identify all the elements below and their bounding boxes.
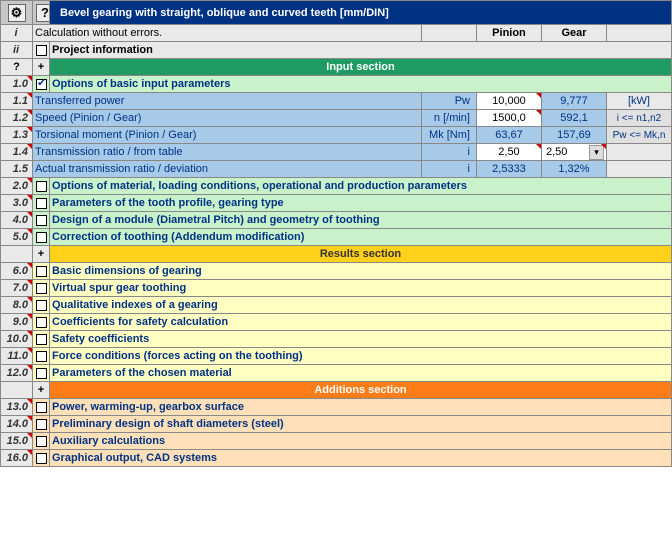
- row-num: 15.0: [1, 433, 33, 450]
- row-num: 1.5: [1, 161, 33, 178]
- r1-1-gear-value: 9,777: [541, 93, 606, 110]
- row-num: 9.0: [1, 314, 33, 331]
- row-num: 1.3: [1, 127, 33, 144]
- r9-0-checkbox[interactable]: [36, 317, 47, 328]
- col-gear: Gear: [541, 25, 606, 42]
- additions-expand-button[interactable]: +: [33, 382, 50, 399]
- row-num: 11.0: [1, 348, 33, 365]
- row-num: 12.0: [1, 365, 33, 382]
- r1-1-unit: [kW]: [606, 93, 671, 110]
- r13-0-label: Power, warming-up, gearbox surface: [50, 399, 672, 416]
- r7-0-label: Virtual spur gear toothing: [50, 280, 672, 297]
- r14-0-checkbox[interactable]: [36, 419, 47, 430]
- input-help-button[interactable]: ?: [1, 59, 33, 76]
- proj-info-checkbox[interactable]: [36, 45, 47, 56]
- r1-3-label: Torsional moment (Pinion / Gear): [33, 127, 422, 144]
- r6-0-label: Basic dimensions of gearing: [50, 263, 672, 280]
- r1-2-pinion-input[interactable]: 1500,0: [476, 110, 541, 127]
- r10-0-checkbox[interactable]: [36, 334, 47, 345]
- r1-4-label: Transmission ratio / from table: [33, 144, 422, 161]
- r1-3-gear-value: 157,69: [541, 127, 606, 144]
- r1-5-sym: i: [421, 161, 476, 178]
- calc-status: Calculation without errors.: [33, 25, 422, 42]
- r1-4-sym: i: [421, 144, 476, 161]
- results-section-header: Results section: [50, 246, 672, 263]
- r16-0-label: Graphical output, CAD systems: [50, 450, 672, 467]
- r1-3-pinion-value: 63,67: [476, 127, 541, 144]
- row-num: 1.2: [1, 110, 33, 127]
- r9-0-label: Coefficients for safety calculation: [50, 314, 672, 331]
- r1-1-pinion-input[interactable]: 10,000: [476, 93, 541, 110]
- row-num: 7.0: [1, 280, 33, 297]
- row-i: i: [1, 25, 33, 42]
- r11-0-checkbox[interactable]: [36, 351, 47, 362]
- additions-blank: [1, 382, 33, 399]
- r10-0-label: Safety coefficients: [50, 331, 672, 348]
- r1-2-button[interactable]: i <= n1,n2: [606, 110, 671, 127]
- row-num: 2.0: [1, 178, 33, 195]
- r12-0-checkbox[interactable]: [36, 368, 47, 379]
- r4-0-label: Design of a module (Diametral Pitch) and…: [50, 212, 672, 229]
- row-num: 14.0: [1, 416, 33, 433]
- r6-0-checkbox[interactable]: [36, 266, 47, 277]
- title-bar: Bevel gearing with straight, oblique and…: [50, 1, 672, 25]
- r14-0-label: Preliminary design of shaft diameters (s…: [50, 416, 672, 433]
- help-icon[interactable]: ?: [33, 1, 50, 25]
- r3-0-checkbox[interactable]: [36, 198, 47, 209]
- row-num: 3.0: [1, 195, 33, 212]
- r16-0-checkbox[interactable]: [36, 453, 47, 464]
- r1-0-checkbox[interactable]: ✔: [36, 79, 47, 90]
- r2-0-checkbox[interactable]: [36, 181, 47, 192]
- r8-0-label: Qualitative indexes of a gearing: [50, 297, 672, 314]
- r1-1-sym: Pw: [421, 93, 476, 110]
- results-expand-button[interactable]: +: [33, 246, 50, 263]
- r5-0-checkbox[interactable]: [36, 232, 47, 243]
- r15-0-checkbox[interactable]: [36, 436, 47, 447]
- col-pinion: Pinion: [476, 25, 541, 42]
- additions-section-header: Additions section: [50, 382, 672, 399]
- r1-1-label: Transferred power: [33, 93, 422, 110]
- row-num: 10.0: [1, 331, 33, 348]
- r3-0-label: Parameters of the tooth profile, gearing…: [50, 195, 672, 212]
- proj-info-label: Project information: [50, 42, 672, 59]
- row-num: 16.0: [1, 450, 33, 467]
- row-ii: ii: [1, 42, 33, 59]
- r1-3-sym: Mk [Nm]: [421, 127, 476, 144]
- r1-5-pinion-value: 2,5333: [476, 161, 541, 178]
- r1-4-pinion-input[interactable]: 2,50: [476, 144, 541, 161]
- r4-0-checkbox[interactable]: [36, 215, 47, 226]
- row-num: 1.1: [1, 93, 33, 110]
- r1-4-gear-dropdown[interactable]: 2,50: [541, 144, 606, 161]
- r1-5-gear-value: 1,32%: [541, 161, 606, 178]
- input-section-header: Input section: [50, 59, 672, 76]
- col-extra: [606, 25, 671, 42]
- row-num: 6.0: [1, 263, 33, 280]
- r2-0-label: Options of material, loading conditions,…: [50, 178, 672, 195]
- app-icon[interactable]: ⚙: [1, 1, 33, 25]
- row-num: 13.0: [1, 399, 33, 416]
- input-expand-button[interactable]: +: [33, 59, 50, 76]
- row-num: 1.4: [1, 144, 33, 161]
- r11-0-label: Force conditions (forces acting on the t…: [50, 348, 672, 365]
- r1-2-label: Speed (Pinion / Gear): [33, 110, 422, 127]
- row-num: 1.0: [1, 76, 33, 93]
- row-num: 4.0: [1, 212, 33, 229]
- r15-0-label: Auxiliary calculations: [50, 433, 672, 450]
- r7-0-checkbox[interactable]: [36, 283, 47, 294]
- row-num: 5.0: [1, 229, 33, 246]
- r8-0-checkbox[interactable]: [36, 300, 47, 311]
- r12-0-label: Parameters of the chosen material: [50, 365, 672, 382]
- r13-0-checkbox[interactable]: [36, 402, 47, 413]
- r1-5-label: Actual transmission ratio / deviation: [33, 161, 422, 178]
- r1-2-gear-value: 592,1: [541, 110, 606, 127]
- r1-2-sym: n [/min]: [421, 110, 476, 127]
- r1-0-label: Options of basic input parameters: [50, 76, 672, 93]
- r1-3-button[interactable]: Pw <= Mk,n: [606, 127, 671, 144]
- results-blank: [1, 246, 33, 263]
- row-num: 8.0: [1, 297, 33, 314]
- r5-0-label: Correction of toothing (Addendum modific…: [50, 229, 672, 246]
